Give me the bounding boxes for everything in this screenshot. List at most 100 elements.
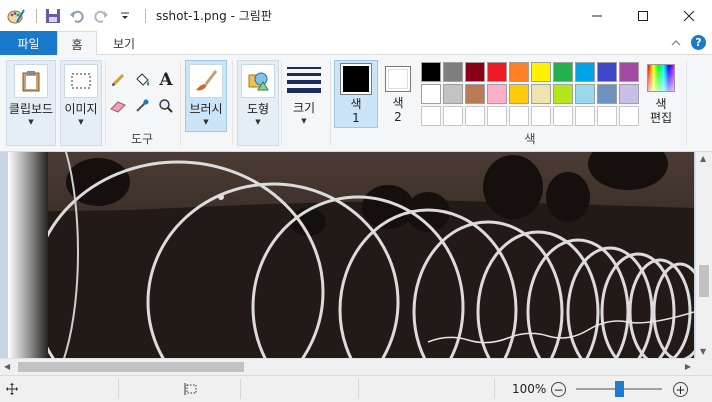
palette-swatch-empty[interactable] (509, 106, 529, 126)
palette-swatch-empty[interactable] (465, 106, 485, 126)
text-icon[interactable]: A (154, 67, 178, 93)
edit-colors-line1: 색 (655, 97, 667, 111)
palette-swatch[interactable] (465, 84, 485, 104)
palette-swatch[interactable] (487, 84, 507, 104)
status-divider (118, 379, 119, 399)
canvas-image[interactable] (8, 152, 694, 358)
vertical-scrollbar[interactable]: ▲ ▼ (695, 152, 712, 358)
shapes-label: 도형 (246, 102, 270, 116)
palette-swatch[interactable] (575, 62, 595, 82)
size-label: 크기 (292, 101, 316, 115)
scroll-right-icon[interactable]: ▶ (685, 362, 691, 371)
palette-swatch-empty[interactable] (421, 106, 441, 126)
colors-group-label: 색 (524, 132, 536, 146)
shapes-icon (241, 64, 275, 98)
tab-view[interactable]: 보기 (104, 31, 144, 56)
color2-button[interactable]: 색 2 (380, 60, 416, 128)
palette-swatch[interactable] (443, 62, 463, 82)
quick-access-toolbar (0, 0, 152, 31)
group-separator (330, 61, 331, 145)
ribbon-right-controls: ? (671, 35, 706, 50)
pencil-icon[interactable] (106, 67, 130, 93)
scroll-down-icon[interactable]: ▼ (700, 347, 706, 356)
ribbon: 클립보드 ▼ 이미지 ▼ A 도구 브러시 ▼ 도형 ▼ 크기 ▼ 색 1 색 … (0, 55, 712, 152)
palette-swatch-empty[interactable] (597, 106, 617, 126)
color-palette (420, 61, 640, 127)
title-bar: sshot-1.png - 그림판 (0, 0, 712, 31)
scrollbar-corner (695, 358, 712, 375)
palette-swatch[interactable] (509, 84, 529, 104)
palette-swatch[interactable] (421, 62, 441, 82)
palette-swatch[interactable] (487, 62, 507, 82)
palette-swatch-empty[interactable] (531, 106, 551, 126)
paint-app-icon[interactable] (6, 6, 26, 26)
zoom-out-icon[interactable]: − (551, 382, 566, 397)
zoom-in-icon[interactable]: + (673, 382, 688, 397)
tools-grid: A (106, 67, 178, 119)
select-icon (64, 64, 98, 98)
palette-swatch[interactable] (553, 62, 573, 82)
color2-swatch (385, 66, 411, 92)
chevron-down-icon: ▼ (28, 118, 34, 126)
save-icon[interactable] (43, 6, 63, 26)
tab-home[interactable]: 홈 (57, 31, 97, 56)
vertical-scroll-thumb[interactable] (699, 265, 709, 297)
palette-swatch[interactable] (553, 84, 573, 104)
horizontal-scroll-thumb[interactable] (18, 362, 244, 372)
palette-swatch[interactable] (597, 62, 617, 82)
eraser-icon[interactable] (106, 93, 130, 119)
color1-button[interactable]: 색 1 (334, 60, 378, 128)
palette-swatch[interactable] (619, 62, 639, 82)
image-label: 이미지 (64, 102, 98, 116)
close-icon[interactable] (666, 0, 712, 31)
palette-swatch-empty[interactable] (575, 106, 595, 126)
fill-bucket-icon[interactable] (130, 67, 154, 93)
horizontal-scrollbar[interactable]: ◀ ▶ (0, 358, 695, 375)
palette-swatch[interactable] (597, 84, 617, 104)
status-divider (358, 379, 359, 399)
color1-swatch (340, 63, 372, 95)
customize-dropdown-icon[interactable] (115, 6, 135, 26)
palette-swatch[interactable] (509, 62, 529, 82)
canvas-area[interactable] (0, 152, 712, 358)
palette-swatch[interactable] (465, 62, 485, 82)
window-controls (574, 0, 712, 31)
size-button[interactable]: 크기 ▼ (284, 60, 324, 146)
scroll-left-icon[interactable]: ◀ (4, 362, 10, 371)
image-button[interactable]: 이미지 ▼ (60, 60, 102, 146)
palette-swatch[interactable] (531, 62, 551, 82)
palette-swatch[interactable] (575, 84, 595, 104)
palette-swatch[interactable] (443, 84, 463, 104)
brushes-button[interactable]: 브러시 ▼ (185, 60, 227, 132)
color2-label-line2: 2 (394, 110, 402, 124)
status-divider (494, 379, 495, 399)
selection-size-icon (184, 376, 198, 402)
palette-swatch-empty[interactable] (443, 106, 463, 126)
magnifier-icon[interactable] (154, 93, 178, 119)
group-separator (281, 61, 282, 145)
color1-label-line2: 1 (352, 111, 360, 125)
zoom-level: 100% (512, 382, 547, 396)
tab-file[interactable]: 파일 (0, 31, 57, 55)
help-icon[interactable]: ? (691, 35, 706, 50)
redo-icon[interactable] (91, 6, 111, 26)
status-divider (240, 379, 241, 399)
palette-swatch[interactable] (421, 84, 441, 104)
move-cursor-icon (6, 376, 18, 402)
minimize-icon[interactable] (574, 0, 620, 31)
undo-icon[interactable] (67, 6, 87, 26)
palette-swatch[interactable] (619, 84, 639, 104)
collapse-ribbon-icon[interactable] (671, 36, 681, 50)
shapes-button[interactable]: 도형 ▼ (237, 60, 279, 146)
color-picker-icon[interactable] (130, 93, 154, 119)
palette-swatch[interactable] (531, 84, 551, 104)
scroll-up-icon[interactable]: ▲ (700, 154, 706, 163)
palette-swatch-empty[interactable] (553, 106, 573, 126)
palette-swatch-empty[interactable] (619, 106, 639, 126)
clipboard-button[interactable]: 클립보드 ▼ (6, 60, 56, 146)
maximize-icon[interactable] (620, 0, 666, 31)
clipboard-icon (14, 64, 48, 98)
edit-colors-button[interactable]: 색 편집 (642, 60, 680, 136)
zoom-slider-thumb[interactable] (614, 381, 624, 397)
palette-swatch-empty[interactable] (487, 106, 507, 126)
